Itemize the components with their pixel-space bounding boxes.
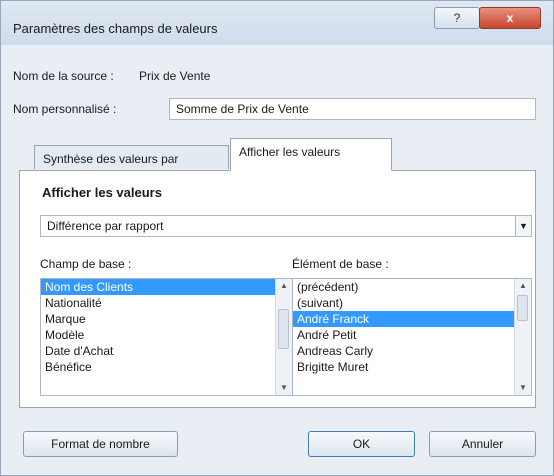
list-item[interactable]: Modèle (41, 327, 292, 343)
show-values-panel: Afficher les valeurs Différence par rapp… (19, 170, 536, 408)
list-item[interactable]: André Petit (293, 327, 531, 343)
custom-name-input[interactable]: Somme de Prix de Vente (169, 98, 536, 120)
source-name-label: Nom de la source : (13, 69, 114, 83)
arrow-up-icon[interactable]: ▲ (515, 279, 531, 293)
base-item-label: Élément de base : (292, 257, 389, 271)
arrow-down-icon[interactable]: ▼ (276, 381, 292, 395)
help-button[interactable]: ? (434, 7, 480, 29)
source-name-value: Prix de Vente (139, 69, 211, 83)
list-item[interactable]: Date d'Achat (41, 343, 292, 359)
dialog-title: Paramètres des champs de valeurs (13, 21, 218, 36)
list-item[interactable]: (suivant) (293, 295, 531, 311)
base-item-scrollbar[interactable]: ▲ ▼ (514, 279, 531, 395)
list-item[interactable]: (précédent) (293, 279, 531, 295)
base-field-label: Champ de base : (40, 257, 132, 271)
list-item[interactable]: Nom des Clients (41, 279, 292, 295)
close-button[interactable]: x (479, 7, 541, 29)
base-field-scrollbar[interactable]: ▲ ▼ (275, 279, 292, 395)
arrow-up-icon[interactable]: ▲ (276, 279, 292, 293)
list-item[interactable]: Bénéfice (41, 359, 292, 375)
arrow-down-icon[interactable]: ▼ (515, 381, 531, 395)
list-item[interactable]: Andreas Carly (293, 343, 531, 359)
section-title: Afficher les valeurs (42, 185, 162, 200)
list-item[interactable]: Nationalité (41, 295, 292, 311)
scroll-thumb[interactable] (278, 309, 289, 349)
title-bar[interactable]: Paramètres des champs de valeurs ? x (1, 1, 553, 45)
number-format-button[interactable]: Format de nombre (23, 431, 178, 457)
chevron-down-icon[interactable]: ▼ (516, 215, 532, 237)
base-field-list[interactable]: Nom des Clients Nationalité Marque Modèl… (40, 278, 293, 396)
show-values-as-select[interactable]: Différence par rapport (40, 215, 516, 237)
ok-button[interactable]: OK (308, 431, 415, 457)
cancel-button[interactable]: Annuler (429, 431, 536, 457)
custom-name-label: Nom personnalisé : (13, 102, 117, 116)
list-item[interactable]: André Franck (293, 311, 531, 327)
value-field-settings-dialog: Paramètres des champs de valeurs ? x Nom… (0, 0, 554, 476)
base-item-list[interactable]: (précédent) (suivant) André Franck André… (292, 278, 532, 396)
scroll-thumb[interactable] (517, 295, 528, 321)
tab-show-values-as[interactable]: Afficher les valeurs (230, 138, 392, 171)
list-item[interactable]: Marque (41, 311, 292, 327)
tab-summarize-values-by[interactable]: Synthèse des valeurs par (34, 145, 229, 169)
list-item[interactable]: Brigitte Muret (293, 359, 531, 375)
